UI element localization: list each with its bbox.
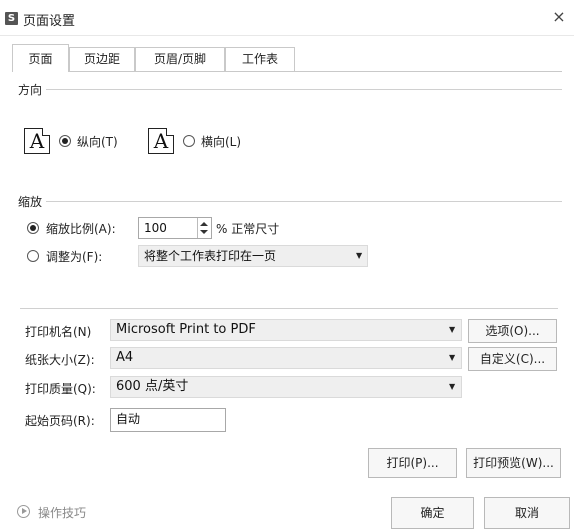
chevron-down-icon: ▼ <box>356 251 363 260</box>
chevron-down-icon: ▼ <box>449 382 456 391</box>
landscape-label[interactable]: 横向(L) <box>201 133 241 150</box>
start-page-label: 起始页码(R): <box>25 414 95 428</box>
portrait-label[interactable]: 纵向(T) <box>77 133 118 150</box>
printer-divider <box>20 308 558 309</box>
fit-to-select[interactable]: 将整个工作表打印在一页 ▼ <box>138 245 368 267</box>
tab-margins[interactable]: 页边距 <box>69 47 135 71</box>
title-bar: S 页面设置 × <box>0 0 574 36</box>
app-icon: S <box>5 12 18 25</box>
print-button[interactable]: 打印(P)... <box>368 448 457 478</box>
tab-sheet[interactable]: 工作表 <box>225 47 295 71</box>
portrait-radio[interactable] <box>59 135 71 147</box>
scaling-divider <box>20 201 562 202</box>
fit-to-radio[interactable] <box>27 250 39 262</box>
printer-label: 打印机名(N) <box>25 325 92 339</box>
scale-ratio-value: 100 <box>144 221 167 235</box>
ok-button[interactable]: 确定 <box>391 497 474 529</box>
fit-to-value: 将整个工作表打印在一页 <box>144 249 277 263</box>
scale-ratio-input[interactable]: 100 <box>138 217 212 239</box>
portrait-page-icon: A <box>24 128 50 154</box>
scale-ratio-label[interactable]: 缩放比例(A): <box>46 220 116 237</box>
cancel-button[interactable]: 取消 <box>484 497 570 529</box>
paper-size-select[interactable]: A4 ▼ <box>110 347 462 369</box>
close-icon[interactable]: × <box>548 6 570 28</box>
paper-size-custom-button[interactable]: 自定义(C)... <box>468 347 557 371</box>
scale-ratio-radio[interactable] <box>27 222 39 234</box>
tab-page[interactable]: 页面 <box>12 44 69 72</box>
print-quality-label: 打印质量(Q): <box>25 382 96 396</box>
fit-to-label[interactable]: 调整为(F): <box>46 248 102 265</box>
chevron-down-icon: ▼ <box>449 353 456 362</box>
print-quality-select[interactable]: 600 点/英寸 ▼ <box>110 376 462 398</box>
landscape-radio[interactable] <box>183 135 195 147</box>
chevron-down-icon: ▼ <box>449 325 456 334</box>
printer-value: Microsoft Print to PDF <box>116 322 256 337</box>
printer-select[interactable]: Microsoft Print to PDF ▼ <box>110 319 462 341</box>
tab-strip-border <box>12 71 562 72</box>
spin-up-icon[interactable] <box>200 222 208 226</box>
tips-link[interactable]: 操作技巧 <box>38 504 86 521</box>
print-preview-button[interactable]: 打印预览(W)... <box>466 448 561 478</box>
paper-size-label: 纸张大小(Z): <box>25 353 95 367</box>
play-circle-icon <box>17 505 30 518</box>
window-title: 页面设置 <box>23 14 76 29</box>
scale-ratio-suffix: % 正常尺寸 <box>216 222 280 236</box>
paper-size-value: A4 <box>116 350 134 365</box>
scale-ratio-spinner[interactable] <box>197 218 211 238</box>
spin-down-icon[interactable] <box>200 230 208 234</box>
print-quality-value: 600 点/英寸 <box>116 379 189 394</box>
orientation-divider <box>20 89 562 90</box>
start-page-input[interactable]: 自动 <box>110 408 226 432</box>
scaling-group-label: 缩放 <box>18 193 47 210</box>
printer-options-button[interactable]: 选项(O)... <box>468 319 557 343</box>
landscape-page-icon: A <box>148 128 174 154</box>
orientation-group-label: 方向 <box>18 81 47 98</box>
tab-header-footer[interactable]: 页眉/页脚 <box>135 47 225 71</box>
